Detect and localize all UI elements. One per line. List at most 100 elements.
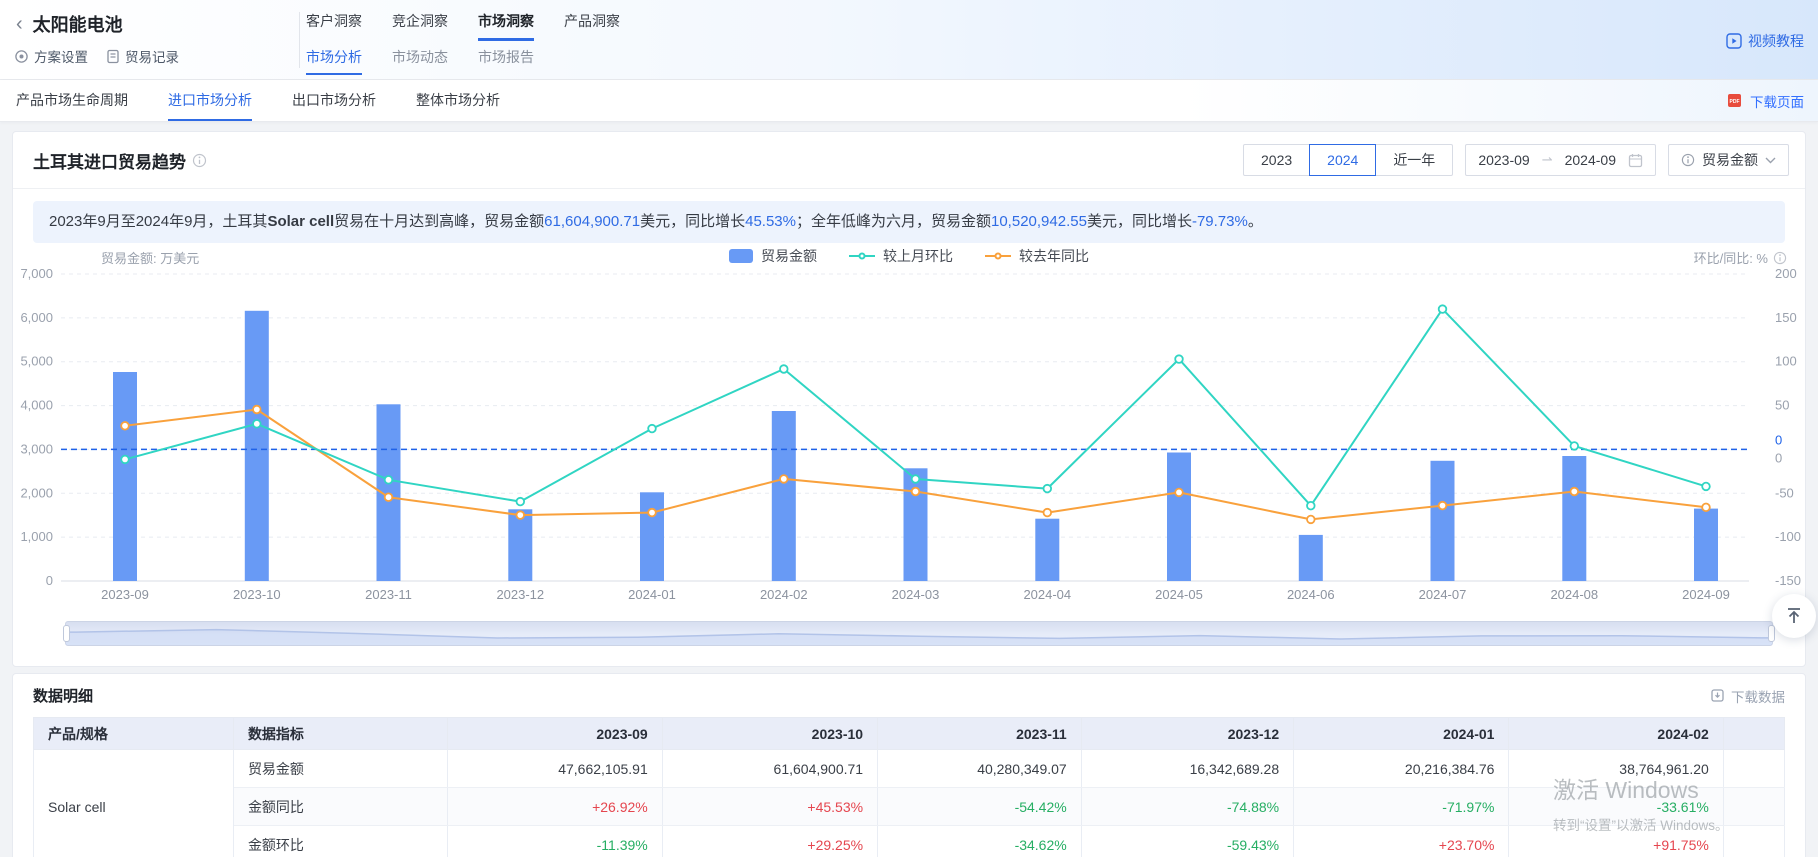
metric-select[interactable]: 贸易金额 (1668, 144, 1789, 176)
value-cell: +91.75% (1509, 826, 1723, 857)
slider-right-handle[interactable] (1768, 625, 1775, 642)
nav-item-1[interactable]: 进口市场分析 (168, 80, 252, 121)
svg-text:-100: -100 (1775, 529, 1801, 544)
partial-cell (1723, 788, 1784, 826)
svg-text:50: 50 (1775, 398, 1789, 413)
date-start: 2023-09 (1478, 152, 1529, 168)
col-month-header: 2023-12 (1081, 718, 1293, 750)
svg-text:4,000: 4,000 (20, 398, 53, 413)
range-arrow-icon: ⇀ (1542, 152, 1553, 168)
svg-text:2024-05: 2024-05 (1155, 587, 1203, 602)
download-data-label: 下载数据 (1731, 686, 1785, 706)
legend-line-swatch (985, 255, 1011, 257)
svg-text:2024-08: 2024-08 (1550, 587, 1598, 602)
table-row: 金额环比-11.39%+29.25%-34.62%-59.43%+23.70%+… (34, 826, 1785, 857)
metric-cell: 贸易金额 (233, 750, 447, 788)
legend-line-swatch (849, 255, 875, 257)
data-zoom-slider[interactable] (65, 621, 1773, 646)
document-icon (106, 49, 120, 64)
value-cell: -34.62% (878, 826, 1082, 857)
trend-summary: 2023年9月至2024年9月，土耳其Solar cell贸易在十月达到高峰，贸… (33, 201, 1785, 243)
value-cell: 38,764,961.20 (1509, 750, 1723, 788)
value-cell: +23.70% (1294, 826, 1509, 857)
trade-records-label: 贸易记录 (125, 46, 179, 66)
summary-text: 45.53% (745, 213, 796, 230)
svg-text:100: 100 (1775, 354, 1797, 369)
date-range-picker[interactable]: 2023-09 ⇀ 2024-09 (1465, 144, 1656, 176)
subtab-2[interactable]: 市场报告 (478, 47, 534, 75)
svg-text:0: 0 (1775, 432, 1782, 447)
metric-cell: 金额环比 (233, 826, 447, 857)
value-cell: 47,662,105.91 (448, 750, 662, 788)
col-month-header: 2023-10 (662, 718, 877, 750)
year-button-近一年[interactable]: 近一年 (1375, 144, 1453, 176)
summary-text: Solar cell (267, 213, 334, 230)
value-cell: +29.25% (662, 826, 877, 857)
slider-left-handle[interactable] (63, 625, 70, 642)
svg-text:2024-01: 2024-01 (628, 587, 676, 602)
video-tutorial-button[interactable]: 视频教程 (1726, 31, 1804, 51)
year-button-2023[interactable]: 2023 (1243, 144, 1310, 176)
svg-text:150: 150 (1775, 310, 1797, 325)
svg-text:0: 0 (1775, 450, 1782, 465)
tab-3[interactable]: 产品洞察 (564, 11, 620, 41)
combo-chart[interactable]: 7,0006,0005,0004,0003,0002,0001,00002001… (13, 261, 1806, 613)
value-cell: 20,216,384.76 (1294, 750, 1509, 788)
plan-settings-label: 方案设置 (34, 46, 88, 66)
chevron-down-icon (1765, 157, 1776, 164)
table-header-row: 产品/规格数据指标2023-092023-102023-112023-12202… (34, 718, 1785, 750)
value-cell: 61,604,900.71 (662, 750, 877, 788)
svg-text:2024-07: 2024-07 (1419, 587, 1467, 602)
value-cell: -33.61% (1509, 788, 1723, 826)
svg-text:200: 200 (1775, 266, 1797, 281)
svg-text:1,000: 1,000 (20, 529, 53, 544)
tab-0[interactable]: 客户洞察 (306, 11, 362, 41)
play-video-icon (1726, 33, 1742, 49)
col-metric-header: 数据指标 (233, 718, 447, 750)
nav-item-3[interactable]: 整体市场分析 (416, 80, 500, 121)
top-header: ‹ 太阳能电池 方案设置 贸易记录 客户洞察竞企洞察市场洞察产品洞察 市场分析 市… (0, 0, 1818, 80)
svg-text:2024-03: 2024-03 (892, 587, 940, 602)
svg-text:7,000: 7,000 (20, 266, 53, 281)
metric-label: 贸易金额 (1702, 150, 1758, 170)
video-tutorial-label: 视频教程 (1748, 31, 1804, 51)
summary-text: ；全年低峰为六月，贸易金额 (796, 213, 991, 230)
summary-text: 。 (1248, 213, 1263, 230)
pdf-icon: PDF (1727, 92, 1744, 109)
year-switcher: 20232024近一年 (1243, 144, 1453, 176)
download-page-button[interactable]: PDF 下载页面 (1727, 80, 1804, 121)
download-icon (1710, 688, 1725, 703)
summary-text: 10,520,942.55 (991, 213, 1087, 230)
arrow-up-to-line-icon (1784, 606, 1804, 626)
svg-text:PDF: PDF (1730, 99, 1740, 105)
plan-settings-button[interactable]: 方案设置 (14, 46, 88, 66)
partial-cell (1723, 750, 1784, 788)
nav-item-0[interactable]: 产品市场生命周期 (16, 80, 128, 121)
col-month-header: 2023-11 (878, 718, 1082, 750)
summary-text: 美元，同比增长 (640, 213, 745, 230)
value-cell: -54.42% (878, 788, 1082, 826)
nav-item-2[interactable]: 出口市场分析 (292, 80, 376, 121)
table-row: Solar cell贸易金额47,662,105.9161,604,900.71… (34, 750, 1785, 788)
year-button-2024[interactable]: 2024 (1309, 144, 1376, 176)
back-icon[interactable]: ‹ (14, 14, 25, 34)
back-to-top-button[interactable] (1772, 594, 1816, 638)
trade-records-button[interactable]: 贸易记录 (106, 46, 179, 66)
value-cell: -71.97% (1294, 788, 1509, 826)
tab-1[interactable]: 竞企洞察 (392, 11, 448, 41)
col-partial-header (1723, 718, 1784, 750)
page: { "app": { "back_icon": "‹", "title": "太… (0, 0, 1818, 857)
value-cell: +45.53% (662, 788, 877, 826)
subtab-1[interactable]: 市场动态 (392, 47, 448, 75)
tab-2[interactable]: 市场洞察 (478, 11, 534, 41)
data-detail-table: 产品/规格数据指标2023-092023-102023-112023-12202… (33, 717, 1785, 857)
summary-text: -79.73% (1192, 213, 1248, 230)
download-data-button[interactable]: 下载数据 (1710, 686, 1785, 706)
value-cell: +26.92% (448, 788, 662, 826)
page-title: 太阳能电池 (33, 11, 123, 37)
date-end: 2024-09 (1565, 152, 1616, 168)
insight-tabs: 客户洞察竞企洞察市场洞察产品洞察 (306, 11, 620, 41)
svg-text:2024-04: 2024-04 (1023, 587, 1071, 602)
col-product-header: 产品/规格 (34, 718, 234, 750)
subtab-0[interactable]: 市场分析 (306, 47, 362, 75)
